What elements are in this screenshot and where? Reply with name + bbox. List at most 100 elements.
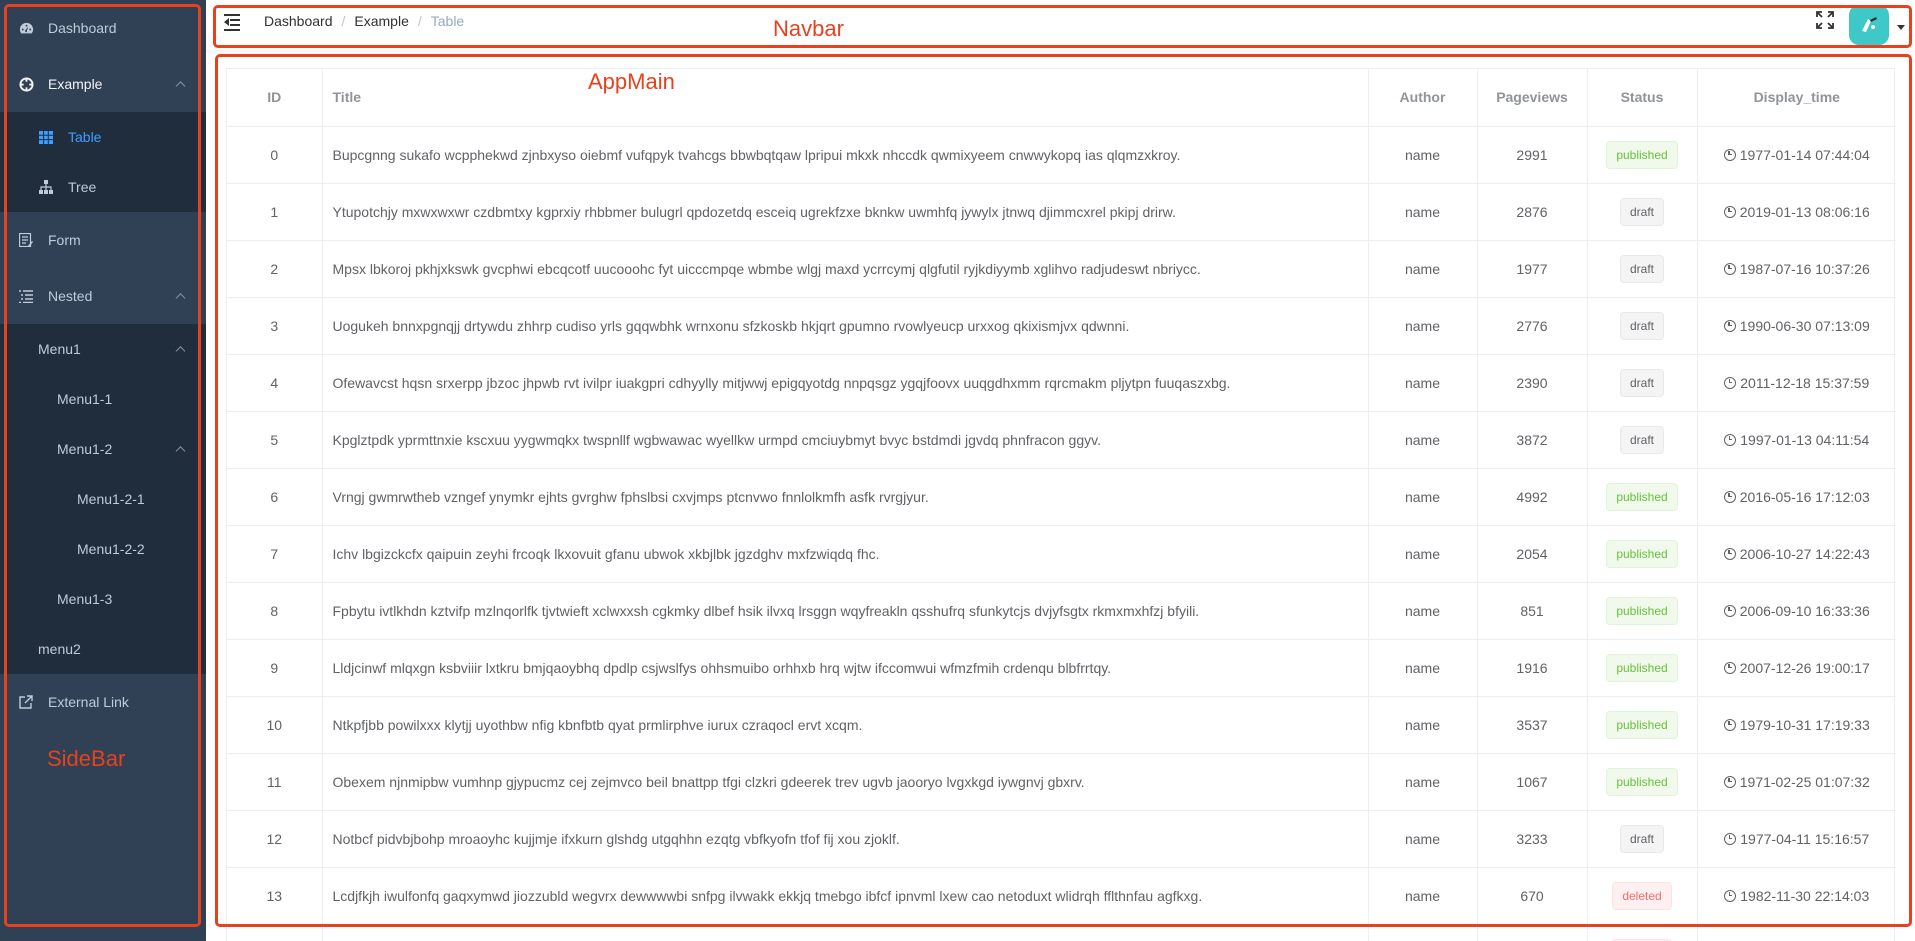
cell-status: published [1587, 753, 1698, 811]
cell-display-time: 1997-01-13 04:11:54 [1697, 411, 1896, 469]
cell-title: Ichv lbgizckcfx qaipuin zeyhi frcoqk lkx… [322, 525, 1369, 583]
cell-id: 7 [227, 525, 323, 583]
cell-title: Notbcf pidvbjbohp mroaoyhc kujjmje ifxku… [322, 810, 1369, 868]
sidebar-item-label: Nested [48, 288, 93, 304]
cell-title: Uogukeh bnnxpgnqjj drtywdu zhhrp cudiso … [322, 297, 1369, 355]
cell-id: 9 [227, 639, 323, 697]
sidebar-item-menu1-1[interactable]: Menu1-1 [0, 374, 206, 424]
table-row: 10 Ntkpfjbb powilxxx klytjj uyothbw nfig … [227, 696, 1896, 754]
cell-author: name [1368, 183, 1478, 241]
cell-pageviews: 637 [1477, 924, 1588, 941]
sidebar-item-form[interactable]: Form [0, 212, 206, 268]
cell-author: name [1368, 924, 1478, 941]
breadcrumb-current: Table [430, 13, 465, 29]
hamburger-icon[interactable] [224, 14, 242, 31]
display-time-text: 2006-10-27 14:22:43 [1739, 545, 1870, 562]
cell-status: draft [1587, 354, 1698, 412]
column-header-display-time: Display_time [1697, 69, 1896, 127]
sidebar-annotation-label: SideBar [47, 746, 126, 771]
cell-id: 10 [227, 696, 323, 754]
cell-id: 5 [227, 411, 323, 469]
column-header-status: Status [1587, 69, 1698, 127]
sidebar-item-dashboard[interactable]: Dashboard [0, 0, 206, 56]
status-badge: draft [1619, 254, 1664, 283]
table-row: 14Ctaiuvxldn pbxyiyngr ygirlzo spdgrisk … [227, 924, 1896, 941]
sidebar-item-menu1-2-2[interactable]: Menu1-2-2 [0, 524, 206, 574]
sidebar-item-tree[interactable]: Tree [0, 162, 206, 212]
chevron-up-icon [175, 293, 186, 304]
cell-pageviews: 3233 [1477, 810, 1588, 868]
display-time-text: 1982-11-30 22:14:03 [1740, 887, 1870, 904]
display-time-text: 1987-07-16 10:37:26 [1739, 260, 1870, 277]
appmain-annotation-label: AppMain [588, 69, 675, 94]
external-link-icon [18, 694, 34, 710]
sidebar-item-menu1[interactable]: Menu1 [0, 324, 206, 374]
cell-author: name [1368, 126, 1478, 184]
cell-status: published [1587, 468, 1698, 526]
table-row: 11 Obexem njnmipbw vumhnp gjypucmz cej ze… [227, 753, 1896, 811]
tree-icon [38, 179, 54, 195]
sidebar-item-menu1-2-1[interactable]: Menu1-2-1 [0, 474, 206, 524]
table-row: 7 Ichv lbgizckcfx qaipuin zeyhi frcoqk lk… [227, 525, 1896, 583]
table-row: 0 Bupcgnng sukafo wcpphekwd zjnbxyso oieb… [227, 126, 1896, 184]
cell-author: name [1368, 525, 1478, 583]
cell-pageviews: 4992 [1477, 468, 1588, 526]
cell-author: name [1368, 297, 1478, 355]
cell-title: Vrngj gwmrwtheb vzngef ynymkr ejhts gvrg… [322, 468, 1369, 526]
cell-title: Kpglztpdk yprmttnxie kscxuu yygwmqkx tws… [322, 411, 1369, 469]
fullscreen-icon[interactable] [1816, 11, 1834, 29]
display-time-text: 1977-01-14 07:44:04 [1739, 146, 1870, 163]
sidebar-item-example[interactable]: Example [0, 56, 206, 112]
status-badge: draft [1619, 197, 1664, 226]
table-row: 2 Mpsx lbkoroj pkhjxkswk gvcphwi ebcqcotf… [227, 240, 1896, 298]
cell-display-time: 2016-08-15 20:22:41 [1697, 924, 1896, 941]
clock-icon [1723, 604, 1736, 617]
cell-pageviews: 2054 [1477, 525, 1588, 583]
sidebar-item-label: External Link [48, 694, 129, 710]
sidebar-item-table[interactable]: Table [0, 112, 206, 162]
sidebar-item-menu1-2[interactable]: Menu1-2 [0, 424, 206, 474]
clock-icon [1724, 376, 1737, 389]
sidebar-item-label: Form [48, 232, 81, 248]
sidebar-item-label: Menu1-2-1 [77, 491, 145, 507]
sidebar-item-menu2[interactable]: menu2 [0, 624, 206, 674]
cell-author: name [1368, 240, 1478, 298]
cell-title: Mpsx lbkoroj pkhjxkswk gvcphwi ebcqcotf … [322, 240, 1369, 298]
cell-display-time: 1977-01-14 07:44:04 [1697, 126, 1896, 184]
cell-pageviews: 851 [1477, 582, 1588, 640]
sidebar: Dashboard Example Table Tree Form Nested… [0, 0, 206, 941]
cell-status: draft [1587, 240, 1698, 298]
avatar[interactable] [1849, 5, 1889, 45]
table-row: 9 Lldjcinwf mlqxgn ksbviiir lxtkru bmjqao… [227, 639, 1896, 697]
table-row: 8 Fpbytu ivtlkhdn kztvifp mzlnqorlfk tjvt… [227, 582, 1896, 640]
sidebar-item-menu1-3[interactable]: Menu1-3 [0, 574, 206, 624]
cell-display-time: 1979-10-31 17:19:33 [1697, 696, 1896, 754]
cell-pageviews: 3537 [1477, 696, 1588, 754]
cell-id: 13 [227, 867, 323, 925]
breadcrumb-dashboard[interactable]: Dashboard [264, 13, 333, 29]
cell-author: name [1368, 582, 1478, 640]
cell-display-time: 1977-04-11 15:16:57 [1697, 810, 1896, 868]
cell-id: 6 [227, 468, 323, 526]
status-badge: published [1606, 539, 1678, 568]
clock-icon [1723, 262, 1736, 275]
cell-display-time: 2007-12-26 19:00:17 [1697, 639, 1896, 697]
caret-down-icon[interactable] [1897, 25, 1905, 30]
cell-display-time: 1982-11-30 22:14:03 [1697, 867, 1896, 925]
display-time-text: 2016-05-16 17:12:03 [1739, 488, 1870, 505]
table-row: 13 Lcdjfkjh iwulfonfq gaqxymwd jiozzubld … [227, 867, 1896, 925]
clock-icon [1723, 661, 1736, 674]
sidebar-item-label: Menu1 [38, 341, 81, 357]
cell-title: Ytupotchjy mxwxwxwr czdbmtxy kgprxiy rhb… [322, 183, 1369, 241]
cell-status: draft [1587, 297, 1698, 355]
cell-id: 3 [227, 297, 323, 355]
breadcrumb-example[interactable]: Example [354, 13, 408, 29]
sidebar-item-external-link[interactable]: External Link [0, 674, 206, 730]
cell-status: draft [1587, 183, 1698, 241]
cell-title: Ntkpfjbb powilxxx klytjj uyothbw nfig kb… [322, 696, 1369, 754]
sidebar-item-nested[interactable]: Nested [0, 268, 206, 324]
display-time-text: 2006-09-10 16:33:36 [1739, 602, 1870, 619]
cell-pageviews: 2991 [1477, 126, 1588, 184]
sidebar-item-label: Menu1-2 [57, 441, 113, 457]
cell-title: Lldjcinwf mlqxgn ksbviiir lxtkru bmjqaoy… [322, 639, 1369, 697]
